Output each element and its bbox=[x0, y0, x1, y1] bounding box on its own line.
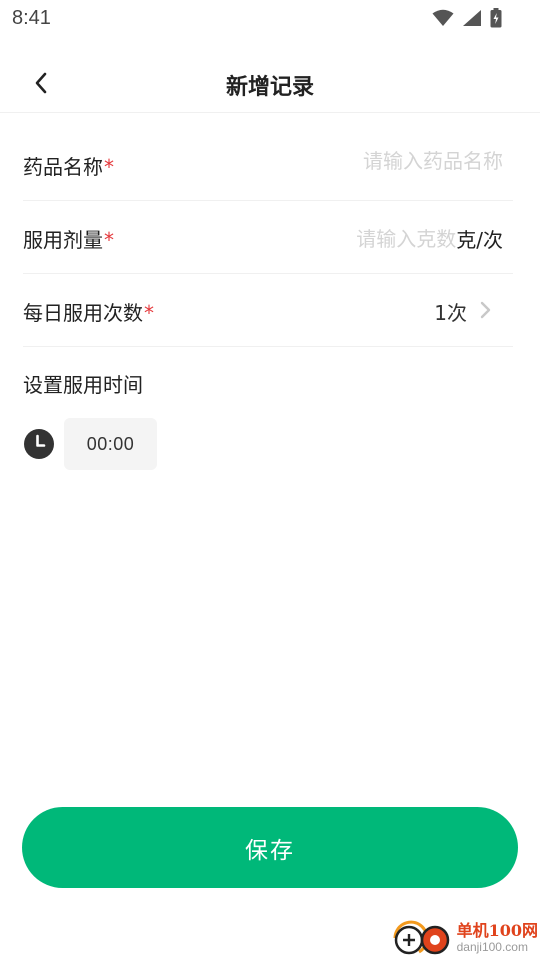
required-mark: * bbox=[144, 301, 154, 325]
watermark-logo-icon bbox=[393, 920, 449, 955]
status-time: 8:41 bbox=[12, 7, 51, 29]
status-icons bbox=[432, 8, 502, 28]
medicine-name-label: 药品名称* bbox=[23, 155, 114, 179]
time-slot: 00:00 bbox=[23, 418, 157, 470]
signal-icon bbox=[463, 10, 481, 26]
daily-times-row[interactable]: 每日服用次数* 1次 bbox=[23, 273, 513, 347]
battery-icon bbox=[490, 8, 502, 28]
daily-times-value: 1次 bbox=[434, 301, 467, 325]
medicine-name-row: 药品名称* bbox=[23, 127, 513, 201]
time-chip[interactable]: 00:00 bbox=[64, 418, 157, 470]
nav-bar: 新增记录 bbox=[0, 56, 540, 113]
page-title: 新增记录 bbox=[225, 75, 314, 100]
required-mark: * bbox=[104, 155, 114, 179]
dosage-label: 服用剂量* bbox=[23, 228, 114, 252]
watermark: 单机100网 danji100.com bbox=[389, 916, 538, 960]
schedule-title: 设置服用时间 bbox=[23, 373, 143, 397]
watermark-title: 单机100网 bbox=[456, 921, 538, 940]
dosage-row: 服用剂量* 克/次 bbox=[23, 200, 513, 274]
dosage-input[interactable] bbox=[352, 226, 457, 251]
medicine-name-input[interactable] bbox=[303, 149, 503, 173]
dosage-unit: 克/次 bbox=[456, 228, 503, 252]
status-bar: 8:41 bbox=[0, 0, 540, 38]
clock-icon bbox=[24, 429, 54, 459]
dosage-field: 克/次 bbox=[352, 224, 503, 253]
save-button[interactable]: 保存 bbox=[22, 807, 518, 888]
wifi-icon bbox=[432, 9, 454, 26]
daily-times-label: 每日服用次数* bbox=[23, 301, 154, 325]
chevron-right-icon bbox=[480, 301, 491, 319]
watermark-domain: danji100.com bbox=[456, 940, 528, 954]
required-mark: * bbox=[104, 228, 114, 252]
